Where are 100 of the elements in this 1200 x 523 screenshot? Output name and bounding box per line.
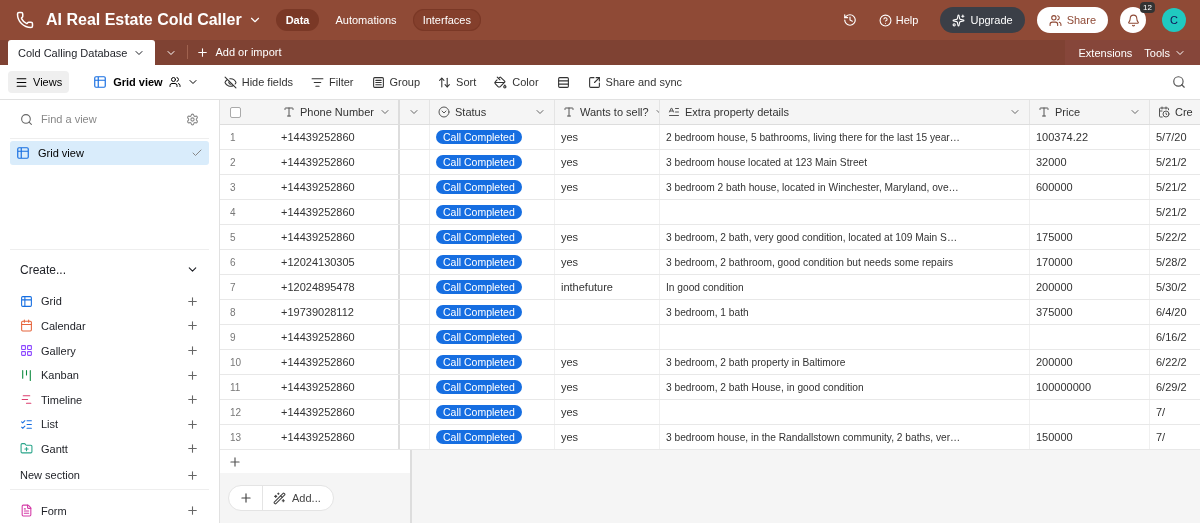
- date-field-icon: [1158, 106, 1170, 118]
- nav-tab[interactable]: Data: [275, 9, 320, 31]
- table-cell: 175000: [1036, 231, 1073, 243]
- add-row-icon[interactable]: [228, 454, 242, 469]
- new-section-item[interactable]: New section: [10, 460, 209, 491]
- text-field-icon: [1038, 106, 1050, 118]
- table-cell: 3 bedroom, 1 bath: [666, 306, 749, 318]
- extensions-button[interactable]: Extensions: [1072, 46, 1139, 59]
- nav-tab[interactable]: Interfaces: [412, 9, 481, 31]
- table-cell: 200000: [1036, 281, 1073, 293]
- table-cell: 3 bedroom, 2 bathroom, good condition but needs some repairs: [666, 256, 954, 268]
- hide-button[interactable]: Hide fields: [216, 75, 301, 89]
- table-cell: 375000: [1036, 306, 1073, 318]
- plus-icon[interactable]: [186, 504, 199, 518]
- search-icon: [20, 112, 33, 126]
- calendar-icon: [20, 319, 33, 333]
- status-tag: Call Completed: [436, 230, 522, 244]
- plus-icon[interactable]: [186, 344, 199, 357]
- color-button[interactable]: Color: [487, 75, 546, 89]
- add-or-import-button[interactable]: Add or import: [187, 45, 290, 59]
- kanban-icon: [20, 368, 33, 382]
- menu-icon: [15, 75, 28, 89]
- table-cell: 3 bedroom house located at 123 Main Street: [666, 156, 868, 168]
- table-cell: yes: [561, 406, 579, 418]
- help-button[interactable]: Help: [878, 13, 919, 27]
- table-cell: +14439252860: [281, 406, 355, 418]
- create-view-item[interactable]: Calendar: [10, 313, 209, 339]
- table-cell: 5/7/20: [1156, 131, 1187, 143]
- table-cell: +12024895478: [281, 281, 355, 293]
- column-header[interactable]: Cre: [1150, 100, 1200, 124]
- plus-icon[interactable]: [186, 393, 199, 407]
- sparkles-icon: [952, 13, 966, 27]
- table-cell: yes: [561, 256, 579, 268]
- status-tag: Call Completed: [436, 130, 522, 144]
- table-cell: +14439252860: [281, 206, 355, 218]
- table-cell: yes: [561, 156, 579, 168]
- table-cell: +19739028112: [281, 306, 354, 318]
- upgrade-button[interactable]: Upgrade: [940, 7, 1025, 33]
- history-button[interactable]: [842, 13, 857, 27]
- create-view-item[interactable]: Kanban: [10, 362, 209, 388]
- plus-icon[interactable]: [186, 468, 199, 482]
- magic-wand-icon: [273, 491, 286, 505]
- status-tag: Call Completed: [436, 380, 522, 394]
- nav-tab[interactable]: Automations: [325, 9, 407, 31]
- row-number: 5: [229, 230, 237, 245]
- create-view-item[interactable]: Form: [10, 498, 209, 523]
- view-switcher[interactable]: Grid view: [87, 74, 205, 90]
- create-view-item[interactable]: List: [10, 411, 209, 437]
- column-header[interactable]: Status: [430, 100, 555, 124]
- sort-icon: [438, 75, 452, 89]
- settings-icon[interactable]: [186, 112, 199, 126]
- user-avatar[interactable]: C: [1162, 8, 1186, 32]
- table-cell: 3 bedroom, 2 bath House, in good condition: [666, 381, 864, 393]
- plus-icon[interactable]: [186, 368, 199, 382]
- plus-icon[interactable]: [186, 294, 199, 308]
- table-cell: 6/16/2: [1156, 331, 1187, 343]
- row-height-icon: [556, 75, 570, 89]
- share-icon: [587, 75, 601, 89]
- sort-button[interactable]: Sort: [431, 75, 484, 89]
- column-header[interactable]: Price: [1030, 100, 1150, 124]
- select-all-checkbox[interactable]: [230, 106, 241, 118]
- filter-button[interactable]: Filter: [304, 75, 361, 89]
- table-cell: 3 bedroom house, in the Randallstown community, 2 baths, ver…: [666, 431, 961, 443]
- create-view-item[interactable]: Gallery: [10, 338, 209, 363]
- table-cell: 5/21/2: [1156, 181, 1187, 193]
- plus-icon[interactable]: [186, 442, 199, 456]
- table-cell: 32000: [1036, 156, 1067, 168]
- table-cell: yes: [561, 356, 579, 368]
- long-text-icon: [668, 106, 680, 118]
- group-button[interactable]: Group: [364, 75, 428, 89]
- text-field-icon: [563, 106, 575, 118]
- share-button[interactable]: Share and sync: [580, 75, 689, 89]
- find-view-field[interactable]: Find a view: [39, 112, 180, 127]
- row-number: 1: [229, 130, 237, 145]
- table-cell: 6/22/2: [1156, 356, 1187, 368]
- phone-icon: [16, 11, 34, 29]
- table-cell: yes: [561, 431, 579, 443]
- table-cell: 5/22/2: [1156, 231, 1187, 243]
- table-tab[interactable]: Cold Calling Database: [8, 40, 156, 65]
- gallery-icon: [20, 344, 33, 357]
- table-cell: 3 bedroom, 2 bath property in Baltimore: [666, 356, 846, 368]
- table-cell: +14439252860: [281, 431, 355, 443]
- share-button[interactable]: Share: [1036, 7, 1108, 33]
- create-view-item[interactable]: Gantt: [10, 436, 209, 461]
- eye-off-icon: [223, 75, 237, 89]
- create-view-item[interactable]: Grid: [10, 289, 209, 314]
- plus-icon[interactable]: [186, 319, 199, 333]
- create-view-item[interactable]: Timeline: [10, 387, 209, 412]
- column-header[interactable]: Wants to sell?: [555, 100, 660, 124]
- create-heading: Create...: [20, 262, 67, 277]
- row-number: 12: [229, 405, 243, 420]
- notification-count: 12: [1140, 2, 1155, 13]
- search-button[interactable]: [1172, 75, 1186, 89]
- view-item[interactable]: Grid view: [10, 141, 209, 165]
- table-cell: 150000: [1036, 431, 1073, 443]
- table-cell: 7/: [1156, 406, 1166, 418]
- views-button[interactable]: Views: [8, 71, 70, 93]
- plus-icon[interactable]: [186, 417, 199, 431]
- column-header[interactable]: Extra property details: [660, 100, 1030, 124]
- tools-button[interactable]: Tools: [1138, 46, 1192, 59]
